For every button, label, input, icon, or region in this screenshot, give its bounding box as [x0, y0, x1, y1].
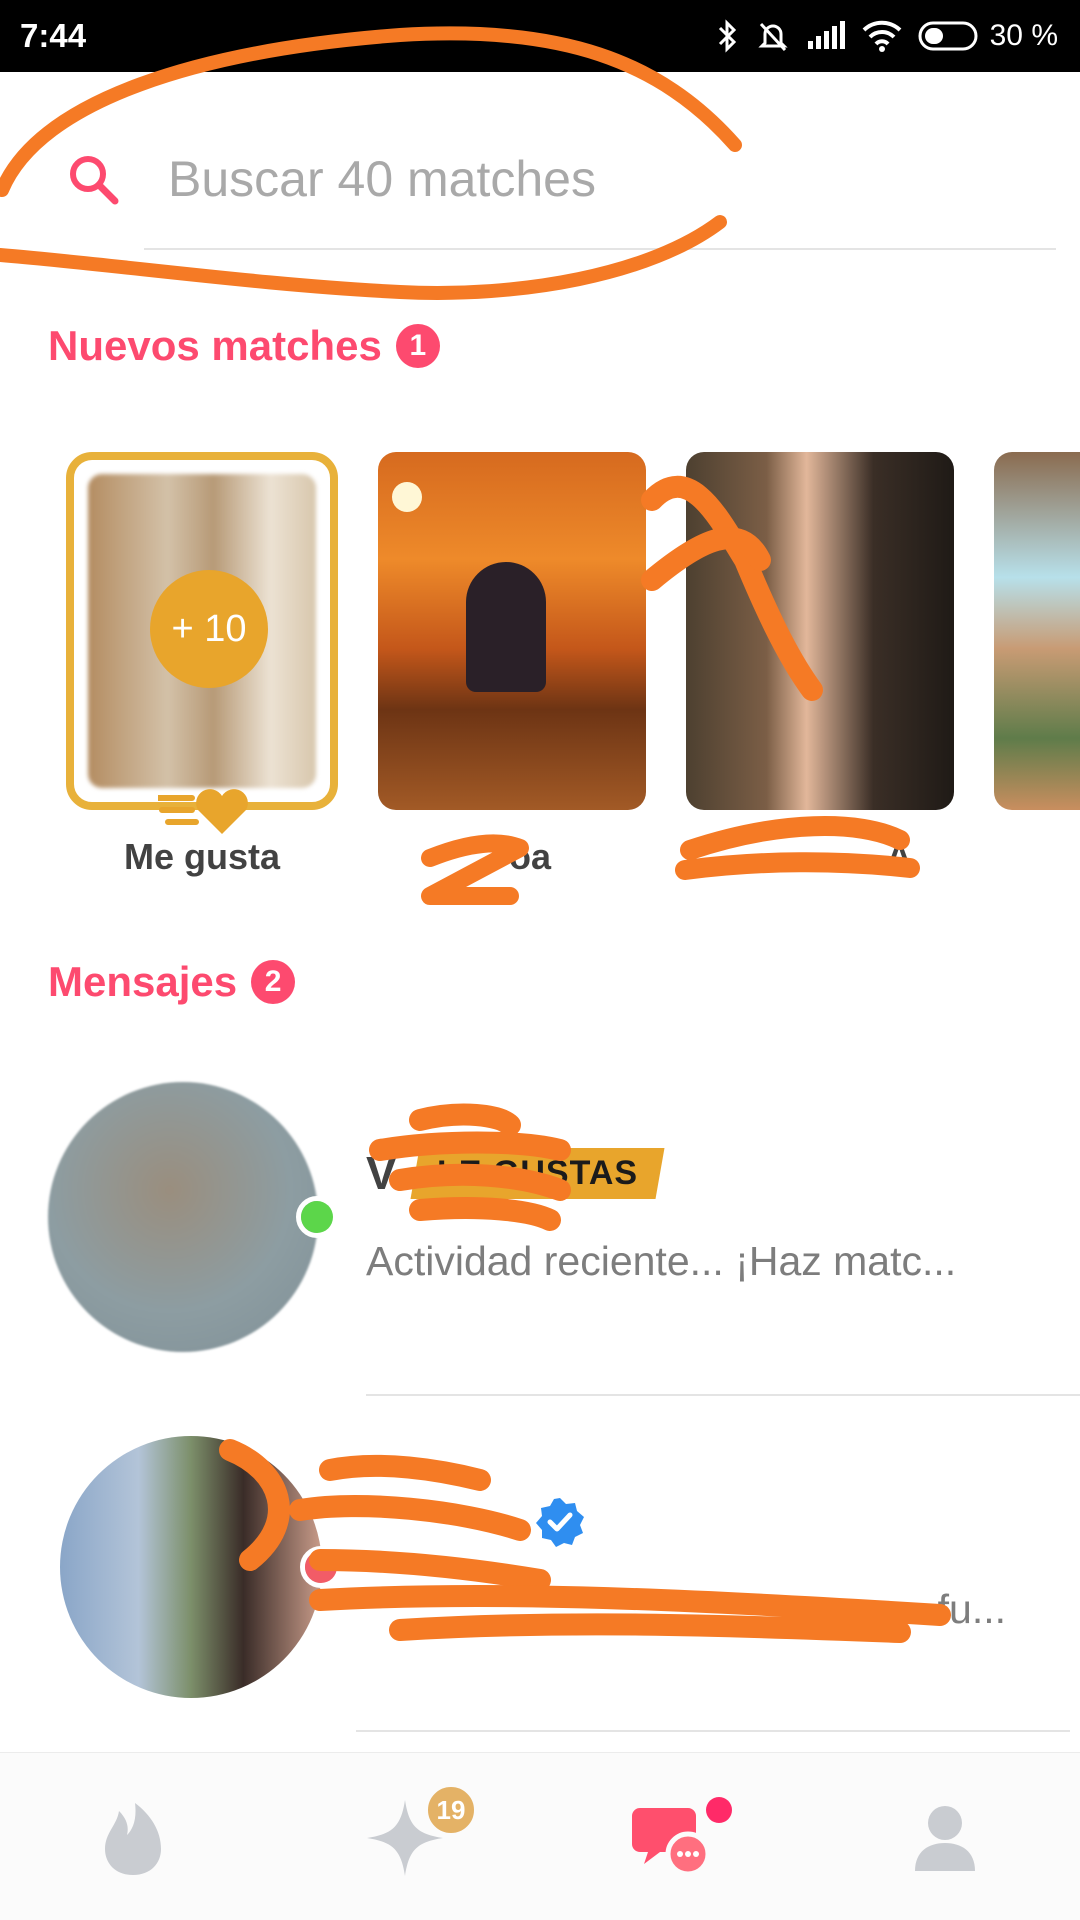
likes-count-circle: + 10	[150, 570, 268, 688]
signal-icon	[807, 21, 845, 49]
status-time: 7:44	[20, 17, 87, 54]
search-underline	[144, 248, 1056, 250]
avatar[interactable]	[48, 1082, 318, 1352]
new-message-dot	[706, 1797, 732, 1823]
match-card-label: A	[886, 836, 912, 877]
message-preview: fu...	[937, 1586, 1006, 1632]
status-bar: 7:44 30 %	[0, 0, 1080, 72]
row-divider	[356, 1730, 1070, 1732]
conversation-row[interactable]: V LE GUSTAS Actividad reciente... ¡Haz m…	[0, 1050, 1080, 1396]
search-bar	[0, 72, 1080, 252]
top-picks-badge: 19	[424, 1783, 478, 1837]
match-card[interactable]	[378, 452, 646, 810]
status-icons: 30 %	[716, 19, 1058, 53]
message-preview: Actividad reciente... ¡Haz matc...	[366, 1238, 957, 1284]
match-card-partial[interactable]	[994, 452, 1080, 810]
row-divider	[366, 1394, 1080, 1396]
new-matches-count-badge: 1	[395, 324, 440, 368]
messages-count-badge: 2	[251, 960, 296, 1004]
new-matches-carousel[interactable]: + 10 Me gusta oa A	[0, 452, 1080, 892]
search-input[interactable]	[146, 146, 1046, 212]
conversation-title-line	[366, 1496, 586, 1548]
new-matches-title: Nuevos matches	[48, 322, 382, 369]
contact-name: V	[366, 1147, 397, 1199]
likes-you-tag-text: LE GUSTAS	[436, 1153, 638, 1192]
avatar[interactable]	[60, 1436, 322, 1698]
bell-off-icon	[757, 22, 788, 52]
match-card[interactable]	[686, 452, 954, 810]
messages-header: Mensajes 2	[48, 958, 296, 1006]
bluetooth-icon	[718, 19, 736, 53]
status-fill	[305, 1551, 337, 1583]
nav-discover[interactable]	[88, 1793, 178, 1883]
battery-indicator: 30 %	[918, 19, 1058, 53]
likes-you-tag: LE GUSTAS	[410, 1147, 665, 1199]
new-matches-header: Nuevos matches 1	[48, 322, 440, 370]
status-fill	[301, 1201, 333, 1233]
conversation-row[interactable]: fu...	[0, 1406, 1080, 1752]
likes-card-label: Me gusta	[123, 836, 281, 877]
gold-heart-icon	[158, 789, 248, 834]
likes-you-card[interactable]: + 10	[66, 452, 338, 834]
messages-title: Mensajes	[48, 958, 238, 1005]
nav-profile[interactable]	[900, 1793, 990, 1883]
wifi-icon	[862, 20, 901, 52]
search-icon	[70, 156, 119, 205]
battery-percent: 30 %	[989, 19, 1058, 52]
status-dot	[300, 1546, 342, 1588]
flame-icon	[105, 1803, 161, 1875]
person-silhouette	[466, 562, 546, 692]
battery-icon	[918, 21, 978, 51]
conversation-title-line: V LE GUSTAS	[366, 1146, 665, 1200]
verified-badge-icon	[536, 1498, 584, 1547]
bottom-navigation: 19	[0, 1752, 1080, 1920]
online-status-dot	[296, 1196, 338, 1238]
sun-graphic	[392, 482, 422, 512]
profile-icon	[915, 1806, 975, 1871]
match-card-label: oa	[508, 836, 551, 877]
